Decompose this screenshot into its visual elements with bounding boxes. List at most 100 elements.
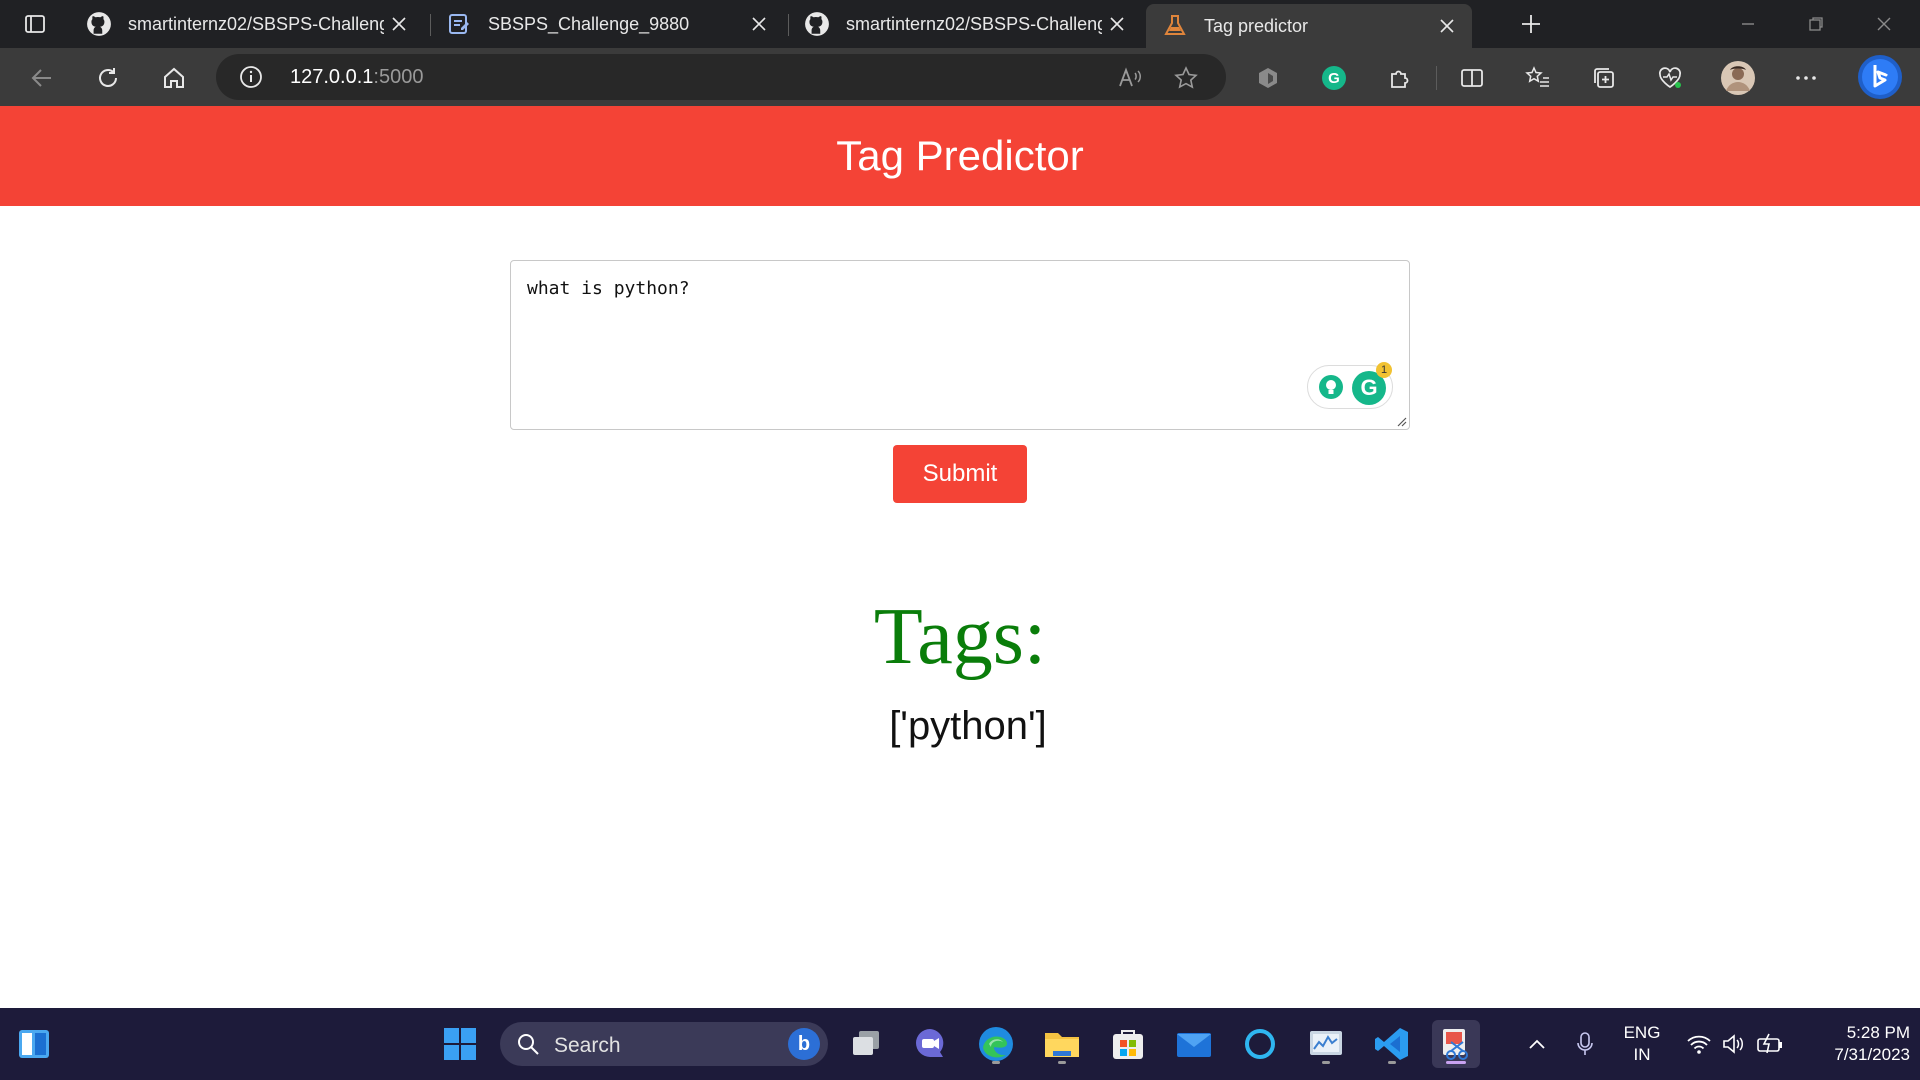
volume-button[interactable] xyxy=(1718,1008,1748,1080)
close-icon[interactable] xyxy=(1432,11,1462,41)
close-icon[interactable] xyxy=(384,9,414,39)
minimize-button[interactable] xyxy=(1714,0,1782,48)
avatar xyxy=(1721,61,1755,95)
more-menu-button[interactable] xyxy=(1784,56,1828,100)
start-button[interactable] xyxy=(436,1020,484,1068)
performance-monitor-button[interactable] xyxy=(1302,1020,1350,1068)
back-button[interactable] xyxy=(20,56,64,100)
cortana-icon xyxy=(1245,1029,1275,1059)
grammarly-badge: 1 xyxy=(1376,362,1392,378)
show-hidden-icons-button[interactable] xyxy=(1522,1008,1552,1080)
tags-result: ['python'] xyxy=(889,704,1047,748)
tab-title: Tag predictor xyxy=(1204,15,1309,36)
tab-document[interactable]: SBSPS_Challenge_9880 xyxy=(430,0,784,48)
grammarly-extension-button[interactable]: G xyxy=(1312,56,1356,100)
window-close-button[interactable] xyxy=(1850,0,1918,48)
restore-button[interactable] xyxy=(1782,0,1850,48)
collections-button[interactable] xyxy=(1582,56,1626,100)
system-clock[interactable]: 5:28 PM 7/31/2023 xyxy=(1790,1022,1910,1066)
vscode-icon xyxy=(1375,1028,1408,1060)
cortana-button[interactable] xyxy=(1236,1020,1284,1068)
vscode-button[interactable] xyxy=(1368,1020,1416,1068)
tab-title: SBSPS_Challenge_9880 xyxy=(488,13,690,34)
url-text: 127.0.0.1:5000 xyxy=(290,66,423,89)
profile-button[interactable] xyxy=(1716,56,1760,100)
question-textarea[interactable]: what is python? G 1 xyxy=(510,260,1410,430)
running-indicator xyxy=(1322,1061,1330,1064)
tab-github-1[interactable]: smartinternz02/SBSPS-Challenge xyxy=(70,0,424,48)
url-port: :5000 xyxy=(373,66,424,88)
ellipsis-icon xyxy=(1796,76,1816,80)
shield-extension-icon xyxy=(1259,68,1277,88)
collections-icon xyxy=(1594,68,1614,88)
extension-shield-button[interactable] xyxy=(1246,56,1290,100)
browser-tab-strip: smartinternz02/SBSPS-Challenge SBSPS_Cha… xyxy=(0,0,1920,48)
close-icon[interactable] xyxy=(744,9,774,39)
svg-text:G: G xyxy=(1328,70,1340,87)
split-screen-button[interactable] xyxy=(1450,56,1494,100)
home-icon xyxy=(164,67,184,88)
teams-chat-button[interactable] xyxy=(906,1020,954,1068)
address-bar[interactable]: 127.0.0.1:5000 xyxy=(216,54,1226,100)
restore-icon xyxy=(1809,17,1823,31)
edge-taskbar-button[interactable] xyxy=(972,1020,1020,1068)
browser-toolbar: 127.0.0.1:5000 G xyxy=(0,48,1920,106)
running-indicator xyxy=(1388,1061,1396,1064)
tab-title: smartinternz02/SBSPS-Challenge xyxy=(128,13,384,34)
microphone-button[interactable] xyxy=(1570,1008,1600,1080)
mail-button[interactable] xyxy=(1170,1020,1218,1068)
favorites-list-icon xyxy=(1525,66,1549,87)
mail-icon xyxy=(1177,1033,1211,1057)
back-arrow-icon xyxy=(31,69,51,87)
file-explorer-button[interactable] xyxy=(1038,1020,1086,1068)
battery-button[interactable] xyxy=(1754,1008,1786,1080)
info-icon[interactable] xyxy=(238,64,264,90)
monitor-chart-icon xyxy=(1310,1031,1342,1055)
clock-time: 5:28 PM xyxy=(1846,1023,1910,1042)
heart-pulse-icon xyxy=(1659,67,1681,89)
widgets-button[interactable] xyxy=(10,1020,58,1068)
close-icon xyxy=(1877,17,1891,31)
microphone-icon xyxy=(1577,1032,1593,1055)
widgets-icon xyxy=(19,1030,49,1058)
minimize-icon xyxy=(1742,23,1754,25)
lightbulb-icon[interactable] xyxy=(1318,374,1344,400)
taskbar-search[interactable]: Search b xyxy=(500,1022,828,1066)
running-indicator xyxy=(1058,1061,1066,1064)
store-icon xyxy=(1113,1030,1143,1059)
close-icon[interactable] xyxy=(1102,9,1132,39)
wifi-icon xyxy=(1687,1035,1711,1054)
grammarly-widget[interactable]: G 1 xyxy=(1307,362,1393,409)
resize-handle-icon[interactable] xyxy=(1395,415,1407,427)
read-aloud-icon[interactable] xyxy=(1114,62,1146,94)
bing-icon xyxy=(1858,55,1902,99)
new-tab-button[interactable] xyxy=(1514,8,1548,40)
task-view-icon xyxy=(853,1031,879,1055)
home-button[interactable] xyxy=(152,56,196,100)
favorites-button[interactable] xyxy=(1516,56,1560,100)
input-language-indicator[interactable]: ENG IN xyxy=(1618,1022,1666,1066)
question-text: what is python? xyxy=(527,278,690,299)
bing-copilot-button[interactable] xyxy=(1856,53,1904,101)
search-label: Search xyxy=(554,1034,621,1057)
reload-icon xyxy=(99,68,117,87)
wifi-button[interactable] xyxy=(1684,1008,1714,1080)
tab-actions-icon[interactable] xyxy=(16,10,54,38)
task-view-button[interactable] xyxy=(842,1020,890,1068)
grammarly-icon: G xyxy=(1322,66,1346,90)
tab-tag-predictor[interactable]: Tag predictor xyxy=(1146,4,1472,48)
flask-icon xyxy=(1162,13,1188,39)
store-button[interactable] xyxy=(1104,1020,1152,1068)
snipping-tool-button[interactable] xyxy=(1432,1020,1480,1068)
tab-github-2[interactable]: smartinternz02/SBSPS-Challenge xyxy=(788,0,1142,48)
bing-icon[interactable]: b xyxy=(788,1028,820,1060)
extensions-button[interactable] xyxy=(1378,56,1422,100)
reload-button[interactable] xyxy=(86,56,130,100)
chevron-up-icon xyxy=(1529,1039,1545,1049)
submit-button[interactable]: Submit xyxy=(893,445,1027,503)
language-region: IN xyxy=(1633,1045,1651,1064)
running-indicator xyxy=(1446,1061,1466,1064)
running-indicator xyxy=(992,1061,1000,1064)
browser-essentials-button[interactable] xyxy=(1648,56,1692,100)
favorite-star-icon[interactable] xyxy=(1170,62,1202,94)
